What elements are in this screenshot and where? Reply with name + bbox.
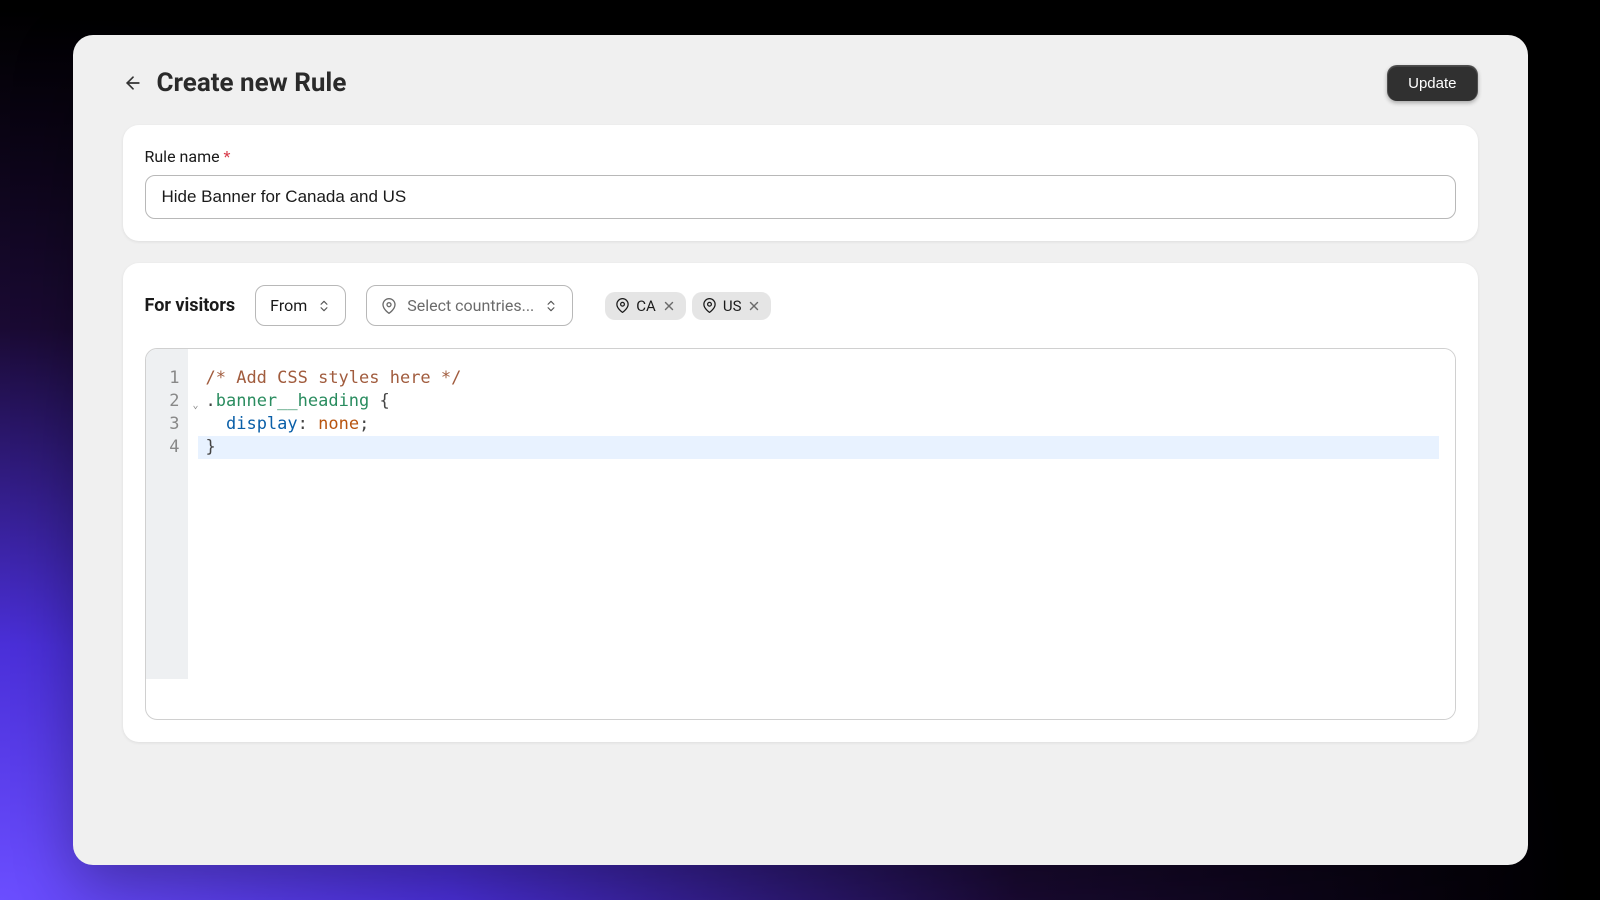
code-editor[interactable]: 12⌄34 /* Add CSS styles here */.banner__…: [145, 348, 1456, 720]
header-left: Create new Rule: [123, 68, 347, 98]
rule-name-label: Rule name *: [145, 147, 1456, 166]
country-tag: CA: [605, 292, 686, 320]
country-tag: US: [692, 292, 772, 320]
code-gutter: 12⌄34: [146, 349, 188, 679]
close-icon[interactable]: [747, 299, 761, 313]
gutter-line: 3: [146, 413, 188, 436]
rule-name-input[interactable]: [145, 175, 1456, 219]
rule-name-label-text: Rule name: [145, 147, 224, 166]
map-pin-icon: [615, 298, 630, 313]
rule-name-card: Rule name *: [123, 125, 1478, 241]
country-select-placeholder: Select countries...: [407, 296, 534, 315]
page-title: Create new Rule: [157, 68, 347, 98]
for-visitors-label: For visitors: [145, 295, 236, 316]
map-pin-icon: [702, 298, 717, 313]
header: Create new Rule Update: [73, 65, 1528, 125]
update-button[interactable]: Update: [1387, 65, 1477, 101]
chevron-up-down-icon: [317, 299, 331, 313]
gutter-line: 1: [146, 367, 188, 390]
tag-label: CA: [636, 297, 656, 315]
country-tags: CA US: [605, 292, 771, 320]
code-line[interactable]: /* Add CSS styles here */: [198, 367, 1455, 390]
map-pin-icon: [381, 298, 397, 314]
required-asterisk: *: [224, 147, 231, 166]
fold-caret-icon[interactable]: ⌄: [192, 394, 198, 417]
code-line[interactable]: display: none;: [198, 413, 1455, 436]
code-line[interactable]: .banner__heading {: [198, 390, 1455, 413]
filter-row: For visitors From Select countries... CA…: [145, 285, 1456, 326]
app-window: Create new Rule Update Rule name * For v…: [73, 35, 1528, 865]
country-select[interactable]: Select countries...: [366, 285, 573, 326]
close-icon[interactable]: [662, 299, 676, 313]
code-line[interactable]: }: [198, 436, 1439, 459]
tag-label: US: [723, 297, 742, 315]
chevron-up-down-icon: [544, 299, 558, 313]
back-arrow-icon[interactable]: [123, 73, 143, 93]
from-select-label: From: [270, 296, 307, 315]
gutter-line: 4: [146, 436, 188, 459]
from-select[interactable]: From: [255, 285, 346, 326]
filter-card: For visitors From Select countries... CA…: [123, 263, 1478, 742]
code-content[interactable]: /* Add CSS styles here */.banner__headin…: [188, 349, 1455, 719]
gutter-line: 2⌄: [146, 390, 188, 413]
